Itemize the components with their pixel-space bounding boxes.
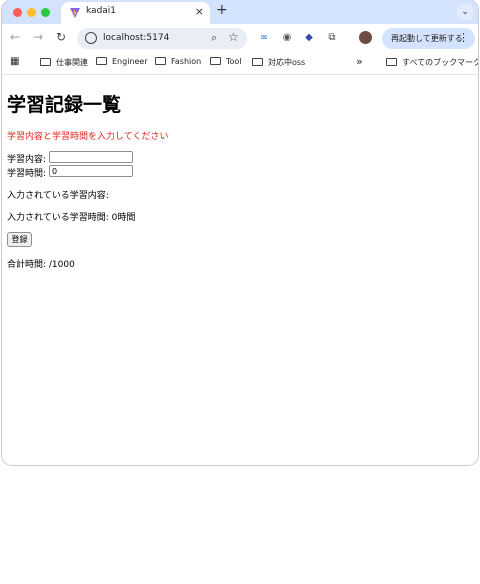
bookmark-folder-fashion[interactable]: Fashion [155,57,201,66]
update-button-label: 再起動して更新する [391,34,463,43]
bookmark-folder-oss[interactable]: 対応中oss [252,57,305,68]
new-tab-button[interactable]: + [216,2,228,18]
extension-diamond-icon[interactable]: ◆ [302,31,316,45]
browser-toolbar: ← → ↻ localhost:5174 ⌕ ☆ ∞ ◉ ◆ ⧉ 再起動して更新… [2,24,478,52]
reload-icon[interactable]: ↻ [56,30,66,44]
folder-icon [96,57,107,65]
extension-link-icon[interactable]: ∞ [257,31,271,45]
all-bookmarks-folder[interactable]: すべてのブックマーク [386,57,478,68]
tab-close-icon[interactable]: × [195,5,204,18]
site-info-icon[interactable] [85,32,97,44]
tab-bar: kadai1 × + ⌄ [2,0,478,24]
forward-icon[interactable]: → [33,30,43,44]
zoom-window-button[interactable] [41,8,50,17]
time-label: 学習時間: [7,169,47,179]
update-button[interactable]: 再起動して更新する ⋮ [382,28,475,49]
folder-icon [40,58,51,66]
tab-kadai1[interactable]: kadai1 × [61,2,210,24]
more-menu-icon[interactable]: ⋮ [458,31,469,44]
tab-search-icon[interactable]: ⌄ [457,4,473,20]
profile-avatar[interactable] [359,31,372,44]
bookmark-folder-engineer[interactable]: Engineer [96,57,148,66]
bookmarks-bar: ▦ 仕事関連 Engineer Fashion Tool 対応中oss » すべ… [2,52,478,75]
error-message: 学習内容と学習時間を入力してください [7,132,169,142]
bookmark-folder-tool[interactable]: Tool [210,57,242,66]
total-time-text: 合計時間: /1000 [7,260,75,270]
register-button[interactable]: 登録 [7,232,32,247]
address-bar[interactable]: localhost:5174 ⌕ ☆ [77,28,247,49]
folder-icon [252,58,263,66]
folder-icon [155,57,166,65]
url-text: localhost:5174 [103,33,170,43]
content-label: 学習内容: [7,155,47,165]
entered-content-text: 入力されている学習内容: [7,191,109,201]
bookmark-folder-work[interactable]: 仕事関連 [40,57,88,68]
browser-window: kadai1 × + ⌄ ← → ↻ localhost:5174 ⌕ ☆ ∞ … [2,0,478,465]
entered-time-text: 入力されている学習時間: 0時間 [7,213,136,223]
extensions-puzzle-icon[interactable]: ⧉ [325,31,339,45]
zoom-icon[interactable]: ⌕ [211,31,217,45]
page-content: 学習記録一覧 学習内容と学習時間を入力してください 学習内容: 学習時間: 入力… [2,75,478,465]
page-title: 学習記録一覧 [7,94,122,116]
minimize-window-button[interactable] [27,8,36,17]
bookmark-star-icon[interactable]: ☆ [228,30,239,44]
folder-icon [386,58,397,66]
apps-grid-icon[interactable]: ▦ [10,56,19,67]
close-window-button[interactable] [13,8,22,17]
vite-icon [70,8,80,18]
bookmarks-overflow-icon[interactable]: » [356,55,363,68]
back-icon[interactable]: ← [10,30,20,44]
extension-circle-icon[interactable]: ◉ [280,31,294,45]
content-input[interactable] [49,151,133,163]
tab-title: kadai1 [86,6,117,16]
folder-icon [210,57,221,65]
time-input[interactable] [49,165,133,177]
